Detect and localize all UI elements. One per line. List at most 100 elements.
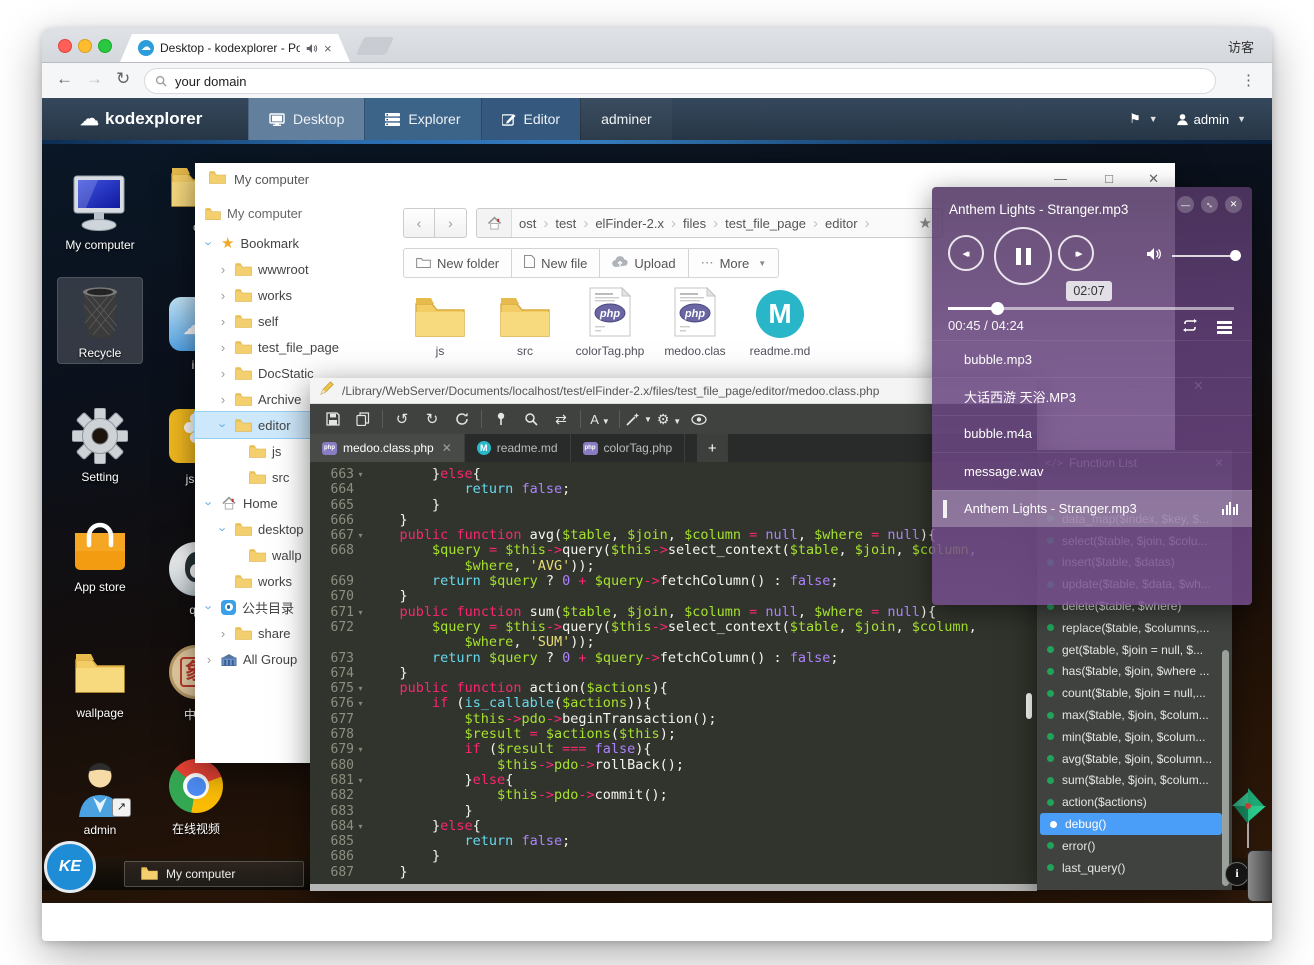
chevron-right-icon[interactable]: ›	[217, 288, 229, 303]
previous-track-button[interactable]: ◂◂	[948, 235, 984, 271]
code-area[interactable]: 663 ▾ }else{664 return false; 665 } 666 } 66…	[310, 462, 1037, 884]
preview-icon[interactable]	[684, 404, 714, 434]
new-tab-button[interactable]	[355, 37, 395, 55]
desktop-icon-online-video[interactable]: 在线视频	[154, 752, 238, 840]
search-icon[interactable]	[516, 404, 546, 434]
sidebar-item-self[interactable]: › self	[195, 308, 395, 334]
sidebar-item-works[interactable]: › works	[195, 282, 395, 308]
editor-tab-colorTag.php[interactable]: php colorTag.php	[571, 434, 686, 462]
chevron-down-icon[interactable]: ›	[202, 497, 217, 509]
close-icon[interactable]: ✕	[1148, 171, 1159, 187]
url-bar[interactable]: your domain	[144, 68, 1216, 94]
chevron-down-icon[interactable]: ›	[216, 523, 231, 535]
reload-button[interactable]: ↻	[116, 69, 130, 89]
pause-button[interactable]	[994, 227, 1052, 285]
function-list-item[interactable]: last_query()	[1037, 857, 1222, 879]
file-item-js[interactable]: js	[400, 284, 480, 358]
player-close-icon[interactable]: ✕	[1225, 196, 1242, 213]
sidebar-item-Bookmark[interactable]: › ★ Bookmark	[195, 230, 395, 256]
nav-item-editor[interactable]: Editor	[480, 98, 581, 140]
chevron-right-icon[interactable]: ›	[217, 262, 229, 277]
page-scrollbar-thumb[interactable]	[1247, 850, 1272, 902]
more-button[interactable]: ⋯ More ▼	[688, 248, 780, 278]
window-zoom-button[interactable]	[98, 39, 112, 53]
function-list-item[interactable]: avg($table, $join, $column...	[1037, 748, 1222, 770]
chevron-right-icon[interactable]: ›	[217, 392, 229, 407]
chevron-right-icon[interactable]: ›	[217, 340, 229, 355]
function-list-item[interactable]: count($table, $join = null,...	[1037, 682, 1222, 704]
settings-icon[interactable]: ⚙ ▼	[654, 404, 684, 434]
file-item-readme.md[interactable]: Mreadme.md	[740, 284, 820, 358]
sidebar-root[interactable]: My computer	[195, 196, 395, 230]
file-item-medoo.clas[interactable]: php medoo.clas	[655, 284, 735, 358]
new-file-button[interactable]: New file	[512, 248, 601, 278]
function-list-item[interactable]: min($table, $join, $colum...	[1037, 726, 1222, 748]
tab-audio-icon[interactable]	[306, 43, 318, 54]
file-item-src[interactable]: src	[485, 284, 565, 358]
desktop-icon-admin[interactable]: ↗ admin	[58, 755, 142, 840]
function-list-item[interactable]: has($table, $join, $where ...	[1037, 661, 1222, 683]
seek-bar[interactable]	[948, 302, 1234, 315]
playlist-item[interactable]: Anthem Lights - Stranger.mp3	[932, 489, 1252, 527]
browser-tab[interactable]: ☁ Desktop - kodexplorer - Pov ×	[120, 34, 350, 62]
chevron-down-icon[interactable]: ›	[202, 601, 217, 613]
browser-menu-icon[interactable]: ⋮	[1241, 71, 1256, 89]
wand-icon[interactable]: ▼	[624, 404, 654, 434]
playlist-item[interactable]: message.wav	[932, 452, 1252, 489]
tab-close-icon[interactable]: ✕	[442, 441, 452, 455]
editor-tab-medoo.class.php[interactable]: php medoo.class.php ✕	[310, 434, 465, 462]
next-track-button[interactable]: ▸▸	[1058, 235, 1094, 271]
volume-knob[interactable]	[1230, 250, 1242, 261]
taskbar-task[interactable]: My computer	[124, 861, 304, 887]
editor-hscrollbar[interactable]	[310, 884, 1037, 891]
tab-close-icon[interactable]: ×	[324, 41, 332, 56]
sidebar-item-test_file_page[interactable]: › test_file_page	[195, 334, 395, 360]
breadcrumb-item[interactable]: editor	[818, 216, 865, 231]
function-list-item[interactable]: error()	[1037, 835, 1222, 857]
minimize-icon[interactable]: —	[1054, 171, 1067, 186]
window-minimize-button[interactable]	[78, 39, 92, 53]
window-close-button[interactable]	[58, 39, 72, 53]
breadcrumb-item[interactable]: test_file_page	[718, 216, 813, 231]
playlist-item[interactable]: bubble.m4a	[932, 414, 1252, 452]
user-menu[interactable]: admin ▼	[1176, 112, 1246, 127]
editor-tab-readme.md[interactable]: Mreadme.md	[465, 434, 571, 462]
playlist-item[interactable]: 大话西游 天浴.MP3	[932, 377, 1252, 414]
function-list-item[interactable]: debug()	[1040, 813, 1222, 835]
nav-item-desktop[interactable]: Desktop	[248, 98, 365, 140]
playlist-menu-icon[interactable]	[1217, 321, 1232, 336]
pin-icon[interactable]	[486, 404, 516, 434]
function-list-item[interactable]: max($table, $join, $colum...	[1037, 704, 1222, 726]
desktop-icon-wallpage[interactable]: wallpage	[58, 638, 142, 723]
start-button[interactable]: KE	[44, 841, 96, 893]
save-icon[interactable]	[318, 404, 348, 434]
new-folder-button[interactable]: New folder	[403, 248, 513, 278]
function-list-item[interactable]: replace($table, $columns,...	[1037, 617, 1222, 639]
breadcrumb-item[interactable]: ost	[512, 216, 543, 231]
chevron-right-icon[interactable]: ›	[217, 366, 229, 381]
nav-item-explorer[interactable]: Explorer	[364, 98, 481, 140]
nav-item-adminer[interactable]: adminer	[580, 98, 672, 140]
new-editor-tab-button[interactable]: +	[697, 434, 729, 462]
player-minimize-icon[interactable]: —	[1177, 196, 1194, 213]
file-item-colorTag.php[interactable]: php colorTag.php	[570, 284, 650, 358]
repeat-icon[interactable]	[1182, 319, 1198, 337]
chevron-down-icon[interactable]: ›	[202, 237, 217, 249]
refresh-icon[interactable]	[447, 404, 477, 434]
desktop-icon-recycle[interactable]: Recycle	[57, 277, 143, 364]
function-list-scrollbar-thumb[interactable]	[1222, 650, 1229, 886]
function-list-item[interactable]: action($actions)	[1037, 791, 1222, 813]
maximize-icon[interactable]: □	[1105, 171, 1113, 186]
font-icon[interactable]: A ▼	[585, 404, 615, 434]
volume-icon[interactable]	[1146, 247, 1162, 266]
copy-icon[interactable]	[348, 404, 378, 434]
redo-icon[interactable]: ↻	[417, 404, 447, 434]
breadcrumb-item[interactable]: test	[548, 216, 583, 231]
desktop-icon-setting[interactable]: Setting	[58, 402, 142, 487]
history-forward-button[interactable]: ›	[435, 208, 467, 238]
forward-button[interactable]: →	[86, 69, 103, 89]
chevron-down-icon[interactable]: ›	[216, 419, 231, 431]
sidebar-item-wwwroot[interactable]: › wwwroot	[195, 256, 395, 282]
language-menu[interactable]: ⚑ ▼	[1129, 111, 1158, 127]
desktop-icon-app-store[interactable]: App store	[58, 512, 142, 597]
